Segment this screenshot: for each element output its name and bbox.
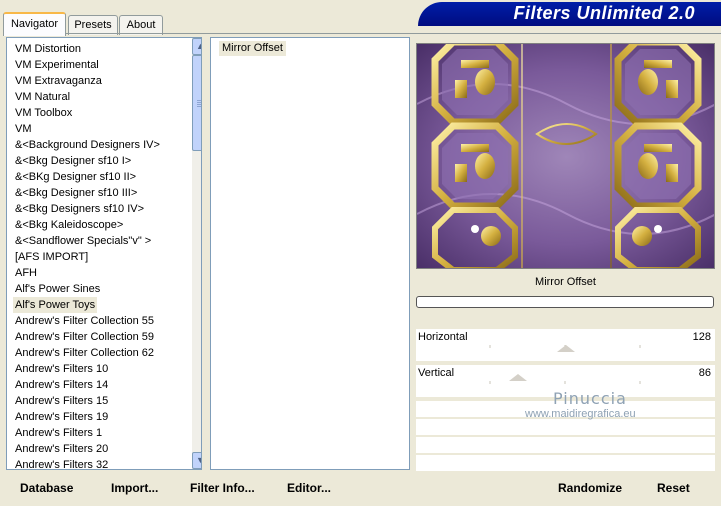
list-item[interactable]: [AFS IMPORT] — [13, 249, 90, 265]
list-item[interactable]: AFH — [13, 265, 39, 281]
list-item[interactable]: &<Sandflower Specials"v" > — [13, 233, 153, 249]
list-item[interactable]: &<Background Designers IV> — [13, 137, 162, 153]
param-empty-row — [416, 437, 715, 453]
category-list[interactable]: VM Distortion VM Experimental VM Extravaga… — [6, 37, 202, 470]
list-item[interactable]: VM Natural — [13, 89, 72, 105]
brand-banner: Filters Unlimited 2.0 — [418, 2, 721, 26]
list-item[interactable]: Andrew's Filter Collection 62 — [13, 345, 156, 361]
progress-bar — [416, 296, 714, 308]
param-value: 128 — [692, 331, 711, 343]
param-empty-row — [416, 419, 715, 435]
scroll-thumb[interactable] — [192, 55, 201, 151]
database-button[interactable]: Database — [20, 481, 73, 495]
list-item[interactable]: &<Bkg Designers sf10 IV> — [13, 201, 146, 217]
param-horizontal-row[interactable]: Horizontal 128 — [416, 329, 715, 345]
list-item[interactable]: Andrew's Filter Collection 55 — [13, 313, 156, 329]
editor-button[interactable]: Editor... — [287, 481, 331, 495]
param-label: Horizontal — [418, 331, 468, 343]
filter-list[interactable]: Mirror Offset — [210, 37, 410, 470]
filter-item[interactable]: Mirror Offset — [219, 41, 286, 56]
scroll-down-icon[interactable]: ▼ — [192, 452, 201, 469]
import-button[interactable]: Import... — [111, 481, 158, 495]
reset-button[interactable]: Reset — [657, 481, 690, 495]
preview-title: Mirror Offset — [535, 276, 596, 288]
list-item[interactable]: &<Bkg Kaleidoscope> — [13, 217, 125, 233]
filter-info-button[interactable]: Filter Info... — [190, 481, 255, 495]
tab-presets[interactable]: Presets — [68, 15, 118, 35]
list-item[interactable]: Andrew's Filters 15 — [13, 393, 110, 409]
preview-image — [416, 43, 715, 269]
list-item[interactable]: VM Distortion — [13, 41, 83, 57]
param-vertical-row[interactable]: Vertical 86 — [416, 365, 715, 381]
tab-navigator[interactable]: Navigator — [3, 12, 66, 36]
list-item[interactable]: &<BKg Designer sf10 II> — [13, 169, 138, 185]
list-item[interactable]: Andrew's Filter Collection 59 — [13, 329, 156, 345]
list-item[interactable]: VM Toolbox — [13, 105, 74, 121]
list-item[interactable]: &<Bkg Designer sf10 I> — [13, 153, 133, 169]
category-scrollbar[interactable]: ▲ ▼ — [192, 38, 201, 469]
randomize-button[interactable]: Randomize — [558, 481, 622, 495]
param-value: 86 — [698, 367, 711, 379]
param-empty-row — [416, 455, 715, 471]
brand-title: Filters Unlimited 2.0 — [513, 3, 695, 23]
param-horizontal-thumb[interactable] — [556, 345, 575, 352]
tab-divider — [3, 33, 721, 34]
list-item[interactable]: Andrew's Filters 32 — [13, 457, 110, 469]
param-horizontal-slider[interactable] — [416, 345, 715, 361]
list-item[interactable]: Alf's Power Toys — [13, 297, 98, 313]
list-item[interactable]: VM Experimental — [13, 57, 101, 73]
param-label: Vertical — [418, 367, 455, 379]
list-item[interactable]: Andrew's Filters 20 — [13, 441, 110, 457]
watermark-name: Pinuccia — [553, 389, 627, 408]
list-item[interactable]: Andrew's Filters 14 — [13, 377, 110, 393]
list-item[interactable]: Andrew's Filters 10 — [13, 361, 110, 377]
param-vertical-thumb[interactable] — [508, 374, 527, 381]
list-item[interactable]: Andrew's Filters 19 — [13, 409, 110, 425]
list-item[interactable]: VM — [13, 121, 34, 137]
list-item[interactable]: Alf's Power Sines — [13, 281, 102, 297]
list-item[interactable]: Andrew's Filters 1 — [13, 425, 104, 441]
list-item[interactable]: VM Extravaganza — [13, 73, 104, 89]
list-item[interactable]: &<Bkg Designer sf10 III> — [13, 185, 139, 201]
watermark-site: www.maidiregrafica.eu — [525, 408, 636, 420]
tab-about[interactable]: About — [119, 15, 163, 35]
scroll-up-icon[interactable]: ▲ — [192, 38, 201, 55]
